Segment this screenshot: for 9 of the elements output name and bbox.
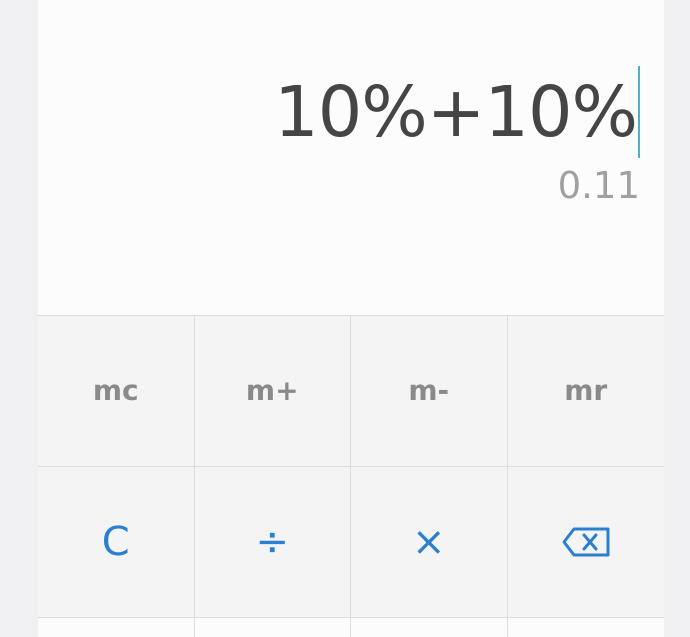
memory-key[interactable]: mc <box>38 316 194 467</box>
memory-key[interactable]: m+ <box>194 316 351 467</box>
backspace-icon <box>562 526 610 557</box>
operator-key[interactable]: ÷ <box>194 466 351 618</box>
expression-text: 10%+10% <box>274 70 637 154</box>
memory-key[interactable]: m- <box>351 316 508 467</box>
operator-key[interactable]: C <box>38 466 194 618</box>
operator-key[interactable]: × <box>351 466 508 618</box>
result-text: 0.11 <box>558 164 640 207</box>
